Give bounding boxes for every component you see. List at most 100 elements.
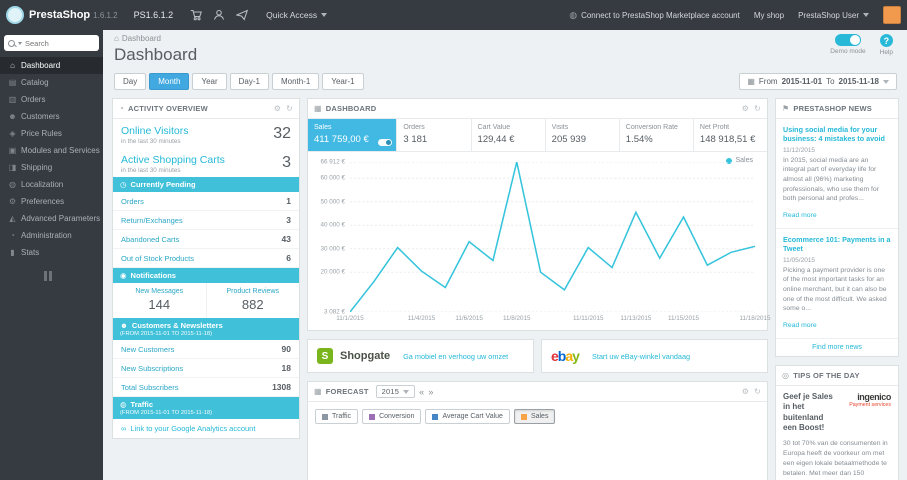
page-header: ⌂ Dashboard Dashboard Demo mode ? Help <box>112 30 899 67</box>
ebay-promo[interactable]: ebay Start uw eBay-winkel vandaag <box>541 339 768 373</box>
list-item[interactable]: Total Subscribers 1308 <box>113 378 299 397</box>
calendar-icon: ▦ <box>747 77 755 86</box>
kpi-cart-value[interactable]: Cart Value 129,44 € <box>472 119 546 151</box>
tax-toggle[interactable] <box>378 139 393 146</box>
filter-day-button[interactable]: Day <box>114 73 147 90</box>
user-menu[interactable]: PrestaShop User <box>798 11 869 20</box>
forecast-year-select[interactable]: 2015 <box>375 385 416 398</box>
shopgate-promo[interactable]: S Shopgate Ga mobiel en verhoog uw omzet <box>307 339 534 373</box>
help-label: Help <box>879 49 893 56</box>
filter-year-button[interactable]: Year <box>192 73 227 90</box>
sidebar-item-advanced-parameters[interactable]: ◭ Advanced Parameters <box>0 210 103 227</box>
shopgate-cta-link[interactable]: Ga mobiel en verhoog uw omzet <box>403 352 508 361</box>
page-header-tools: Demo mode ? Help <box>830 34 893 56</box>
refresh-icon[interactable]: ↻ <box>754 104 761 113</box>
online-visitors-sub: in the last 30 minutes <box>121 138 181 145</box>
list-item[interactable]: Out of Stock Products 6 <box>113 249 299 268</box>
list-item[interactable]: New Customers 90 <box>113 340 299 359</box>
sales-line-chart <box>350 162 755 312</box>
filter-month-button[interactable]: Month <box>149 73 190 90</box>
sidebar-item-orders[interactable]: ▥ Orders <box>0 91 103 108</box>
gear-icon[interactable]: ⚙ <box>742 387 749 396</box>
find-more-news-link[interactable]: Find more news <box>776 339 898 356</box>
quick-access-menu[interactable]: Quick Access <box>266 10 328 20</box>
forecast-sales-label: Sales <box>530 413 549 420</box>
new-messages-cell[interactable]: New Messages 144 <box>113 283 207 318</box>
kpi-orders[interactable]: Orders 3 181 <box>397 119 472 151</box>
google-analytics-link[interactable]: ∞ Link to your Google Analytics account <box>113 419 299 438</box>
product-reviews-cell[interactable]: Product Reviews 882 <box>207 283 300 318</box>
quick-access-label: Quick Access <box>266 10 318 20</box>
read-more-link[interactable]: Read more <box>783 212 817 219</box>
sidebar-item-dashboard[interactable]: ⌂ Dashboard <box>0 57 103 74</box>
forecast-traffic-toggle[interactable]: Traffic <box>315 409 359 424</box>
list-item[interactable]: New Subscriptions 18 <box>113 359 299 378</box>
user-avatar[interactable] <box>883 6 901 24</box>
tips-panel-title: TIPS OF THE DAY <box>793 370 860 380</box>
pending-orders-value: 1 <box>286 196 291 206</box>
sidebar-item-label: Modules and Services <box>21 146 100 155</box>
breadcrumb[interactable]: ⌂ Dashboard <box>114 34 897 43</box>
kpi-visits[interactable]: Visits 205 939 <box>546 119 620 151</box>
sidebar-item-localization[interactable]: ◍ Localization <box>0 176 103 193</box>
forecast-panel-icon: ▦ <box>314 387 322 396</box>
my-shop-link[interactable]: My shop <box>754 11 784 20</box>
forecast-conversion-toggle[interactable]: Conversion <box>362 409 422 424</box>
read-more-link[interactable]: Read more <box>783 322 817 329</box>
sidebar-item-shipping[interactable]: ◨ Shipping <box>0 159 103 176</box>
sidebar-item-price-rules[interactable]: ◈ Price Rules <box>0 125 103 142</box>
gear-icon[interactable]: ⚙ <box>274 104 281 113</box>
news-headline-link[interactable]: Ecommerce 101: Payments in a Tweet <box>783 235 891 254</box>
demo-mode-toggle[interactable] <box>834 34 861 46</box>
forecast-sales-toggle[interactable]: Sales <box>513 409 556 424</box>
kpi-conversion-rate[interactable]: Conversion Rate 1.54% <box>620 119 694 151</box>
shop-name-link[interactable]: PS1.6.1.2 <box>134 10 174 20</box>
ebay-cta-link[interactable]: Start uw eBay-winkel vandaag <box>592 352 690 361</box>
date-range-picker[interactable]: ▦ From 2015-11-01 To 2015-11-18 <box>739 73 897 90</box>
forecast-metric-toggles: Traffic Conversion Average Cart Value Sa… <box>308 402 767 431</box>
top-bar: PrestaShop 1.6.1.2 PS1.6.1.2 Quick Acces… <box>0 0 907 30</box>
list-item[interactable]: Abandoned Carts 43 <box>113 230 299 249</box>
chart-plot-area[interactable] <box>350 162 755 312</box>
version-label: 1.6.1.2 <box>93 10 118 20</box>
sidebar-item-administration[interactable]: ◔ Administration <box>0 227 103 244</box>
messages-notifications-icon[interactable] <box>235 9 248 22</box>
filter-day-1-button[interactable]: Day-1 <box>229 73 269 90</box>
sidebar-item-label: Orders <box>21 95 46 104</box>
abandoned-carts-label: Abandoned Carts <box>121 234 180 244</box>
orders-notifications-icon[interactable] <box>189 9 202 22</box>
main-navigation-sidebar: ⌂ Dashboard ▤ Catalog ▥ Orders ☻ Customers ◈… <box>0 30 103 480</box>
list-item[interactable]: Return/Exchanges 3 <box>113 211 299 230</box>
prestashop-logo-icon[interactable] <box>6 6 24 24</box>
people-icon: ☻ <box>120 321 128 330</box>
forecast-prev-button[interactable]: « <box>419 387 424 397</box>
help-icon[interactable]: ? <box>879 34 893 47</box>
total-subscribers-label: Total Subscribers <box>121 382 179 392</box>
list-item[interactable]: Orders 1 <box>113 192 299 211</box>
sidebar-item-stats[interactable]: ▮ Stats <box>0 244 103 261</box>
sidebar-item-customers[interactable]: ☻ Customers <box>0 108 103 125</box>
activity-icon: ◔ <box>119 104 125 113</box>
sidebar-item-preferences[interactable]: ⚙ Preferences <box>0 193 103 210</box>
search-input[interactable] <box>25 38 95 48</box>
filter-year-1-button[interactable]: Year-1 <box>322 73 364 90</box>
sidebar-collapse-button[interactable] <box>44 271 56 281</box>
kpi-net-profit[interactable]: Net Profit 148 918,51 € <box>694 119 767 151</box>
customers-notifications-icon[interactable] <box>212 9 225 22</box>
refresh-icon[interactable]: ↻ <box>754 387 761 396</box>
sidebar-item-modules[interactable]: ▣ Modules and Services <box>0 142 103 159</box>
kpi-cart-value-value: 129,44 € <box>477 134 515 145</box>
kpi-sales[interactable]: Sales 411 759,00 € <box>308 119 398 151</box>
total-subscribers-value: 1308 <box>272 382 291 392</box>
sidebar-item-label: Price Rules <box>21 129 62 138</box>
marketplace-account-link[interactable]: ◍ Connect to PrestaShop Marketplace acco… <box>569 10 740 21</box>
news-headline-link[interactable]: Using social media for your business: 4 … <box>783 125 891 144</box>
refresh-icon[interactable]: ↻ <box>286 104 293 113</box>
sidebar-item-catalog[interactable]: ▤ Catalog <box>0 74 103 91</box>
forecast-next-button[interactable]: » <box>428 387 433 397</box>
filter-month-1-button[interactable]: Month-1 <box>271 73 320 90</box>
forecast-avg-cart-toggle[interactable]: Average Cart Value <box>425 409 510 424</box>
sidebar-search[interactable] <box>4 35 99 51</box>
gear-icon[interactable]: ⚙ <box>742 104 749 113</box>
prestashop-news-panel: ⚑ PRESTASHOP NEWS Using social media for… <box>775 98 899 357</box>
